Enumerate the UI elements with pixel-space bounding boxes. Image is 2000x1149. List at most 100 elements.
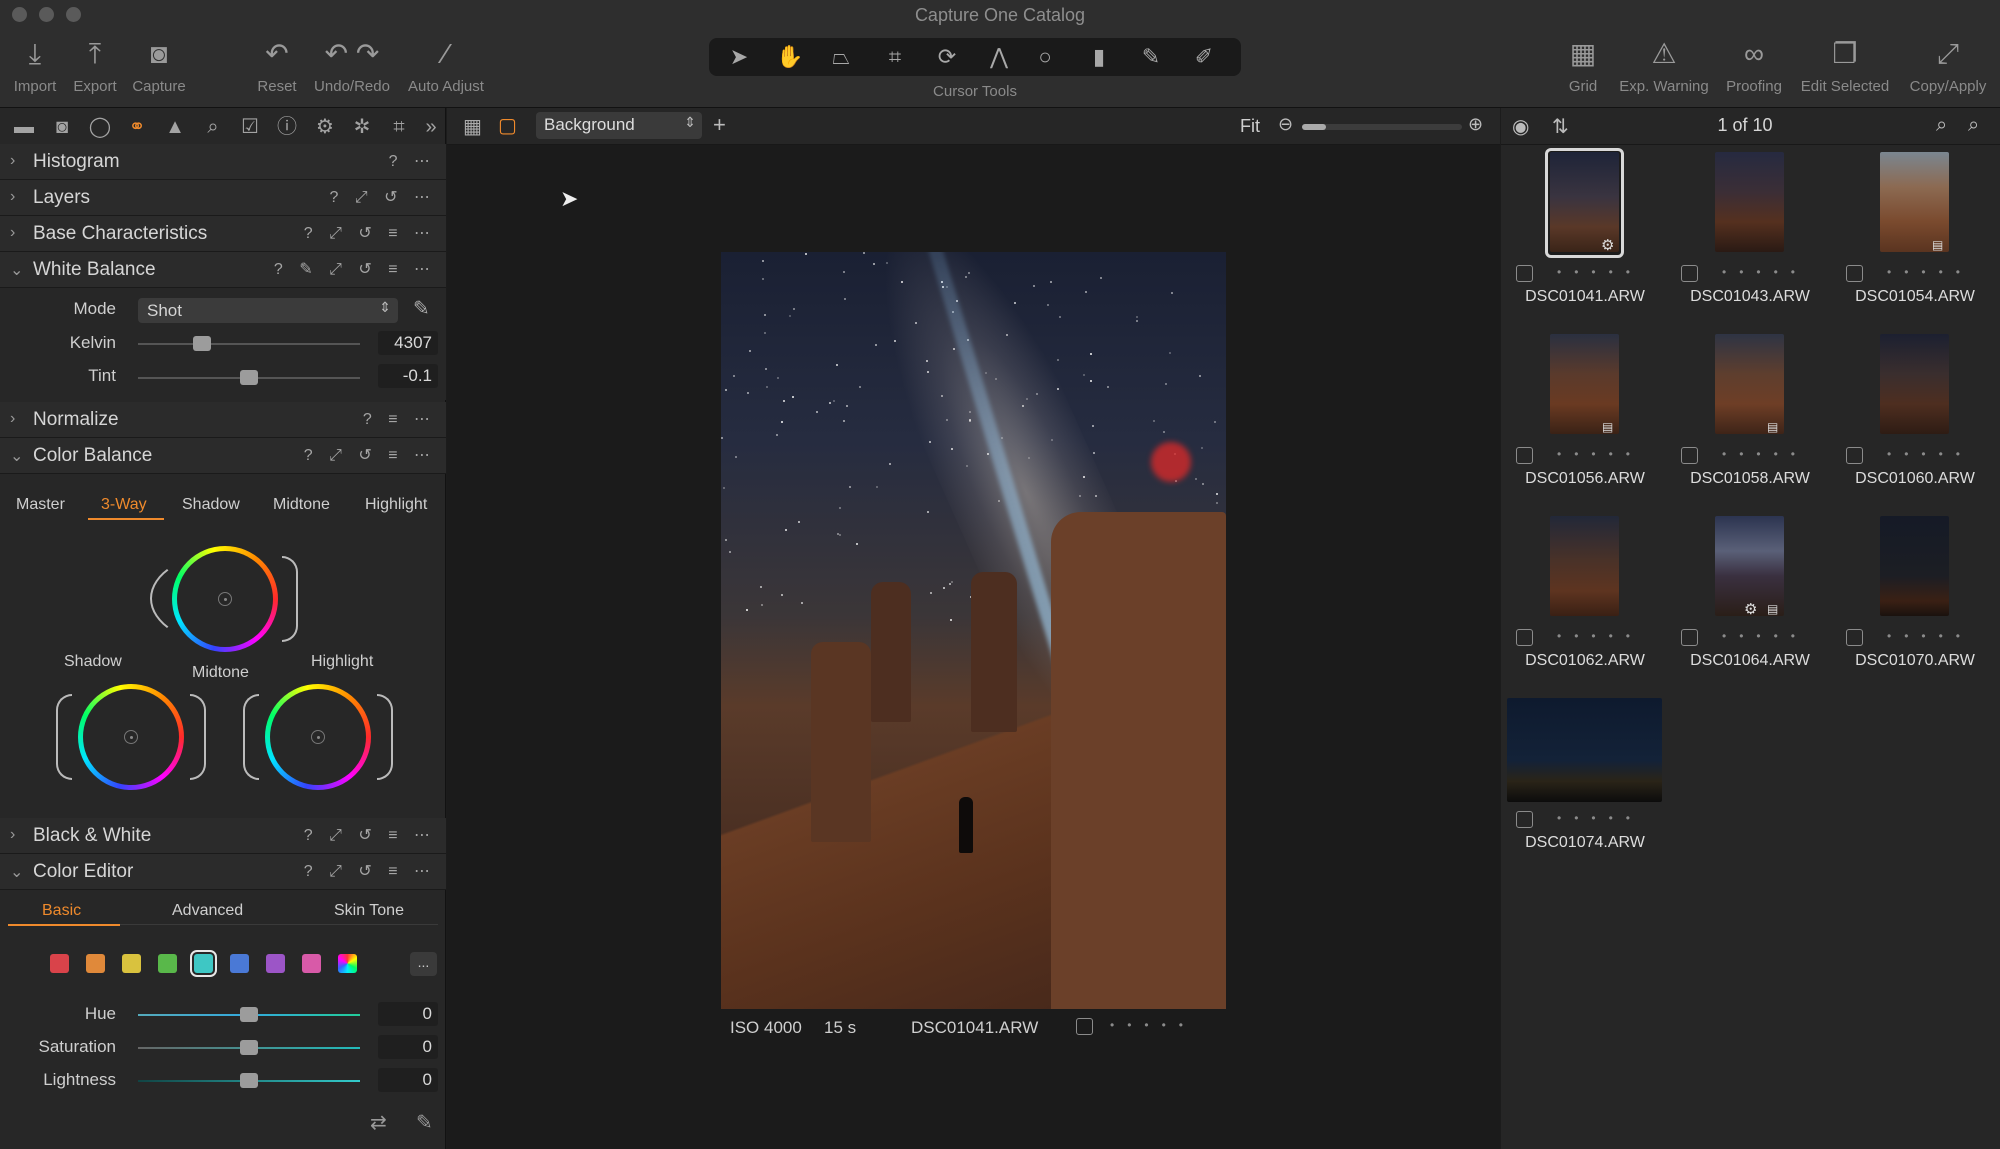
- color-picker-icon[interactable]: ✎: [416, 1110, 433, 1135]
- tab-skin-tone[interactable]: Skin Tone: [334, 902, 404, 920]
- thumb-color-tag-checkbox[interactable]: [1516, 265, 1533, 282]
- color-balance-section[interactable]: ⌄ Color Balance ? ⤢ ↺ ≡ ⋯: [0, 438, 446, 474]
- thumbnail-image[interactable]: [1550, 516, 1619, 616]
- section-actions[interactable]: ? ⋯: [389, 151, 436, 171]
- hue-value[interactable]: 0: [378, 1002, 438, 1026]
- thumb-color-tag-checkbox[interactable]: [1681, 265, 1698, 282]
- saturation-slider-knob[interactable]: [240, 1040, 258, 1055]
- histogram-section[interactable]: › Histogram ? ⋯: [0, 144, 446, 180]
- thumb-rating-dots[interactable]: •••••: [1887, 629, 1973, 643]
- capture-button[interactable]: ◙ Capture: [128, 34, 190, 95]
- more-button[interactable]: ...: [410, 952, 437, 976]
- import-button[interactable]: ⤓ Import: [8, 34, 62, 95]
- section-actions[interactable]: ? ⤢ ↺ ≡ ⋯: [304, 445, 436, 465]
- thumb-rating-dots[interactable]: •••••: [1722, 265, 1808, 279]
- swatch-blue[interactable]: [230, 954, 249, 973]
- thumb-color-tag-checkbox[interactable]: [1681, 447, 1698, 464]
- more-tabs-icon[interactable]: »: [416, 114, 446, 140]
- zoom-out-icon[interactable]: ⊖: [1278, 114, 1293, 135]
- thumb-rating-dots[interactable]: •••••: [1887, 265, 1973, 279]
- spot-removal-icon[interactable]: ○: [1023, 38, 1067, 76]
- viewer-color-tag-checkbox[interactable]: [1076, 1018, 1093, 1035]
- thumb-color-tag-checkbox[interactable]: [1516, 447, 1533, 464]
- tint-slider[interactable]: [138, 370, 360, 385]
- thumb-rating-dots[interactable]: •••••: [1557, 811, 1643, 825]
- crop-tab-icon[interactable]: ⌗: [384, 114, 414, 140]
- details-tab-icon[interactable]: ⌕: [198, 114, 228, 140]
- exposure-warning-button[interactable]: ⚠ Exp. Warning: [1614, 34, 1714, 95]
- thumbnail-image[interactable]: [1880, 516, 1949, 616]
- tab-master[interactable]: Master: [16, 496, 65, 514]
- filter-icon[interactable]: ⌕: [1968, 114, 1979, 137]
- midtone-wheel-handle[interactable]: [218, 592, 232, 606]
- highlight-luma-arc[interactable]: [243, 694, 259, 780]
- lightness-slider[interactable]: [138, 1073, 360, 1088]
- thumbnail-image[interactable]: [1715, 152, 1784, 252]
- grid-button[interactable]: ▦ Grid: [1562, 34, 1604, 95]
- shadow-luma-arc[interactable]: [56, 694, 72, 780]
- straighten-icon[interactable]: ⋀: [977, 38, 1021, 76]
- lightness-value[interactable]: 0: [378, 1068, 438, 1092]
- color-picker-icon[interactable]: ✎: [1129, 38, 1173, 76]
- tint-value[interactable]: -0.1: [378, 364, 438, 388]
- color-editor-section[interactable]: ⌄ Color Editor ? ⤢ ↺ ≡ ⋯: [0, 854, 446, 890]
- auto-adjust-button[interactable]: ⁄ Auto Adjust: [402, 34, 490, 95]
- thumb-rating-dots[interactable]: •••••: [1557, 447, 1643, 461]
- viewer-rating-dots[interactable]: •••••: [1110, 1018, 1196, 1032]
- highlight-wheel-handle[interactable]: [311, 730, 325, 744]
- section-actions[interactable]: ? ≡ ⋯: [363, 409, 436, 429]
- black-white-section[interactable]: › Black & White ? ⤢ ↺ ≡ ⋯: [0, 818, 446, 854]
- gradient-mask-icon[interactable]: ▮: [1077, 38, 1121, 76]
- crop-icon[interactable]: ⌗: [873, 38, 917, 76]
- hue-slider-knob[interactable]: [240, 1007, 258, 1022]
- zoom-in-icon[interactable]: ⊕: [1468, 114, 1483, 135]
- thumbnail-image[interactable]: [1550, 334, 1619, 434]
- main-photo[interactable]: [721, 252, 1226, 1009]
- zoom-fit-label[interactable]: Fit: [1240, 116, 1260, 137]
- thumbnail-image[interactable]: [1880, 334, 1949, 434]
- thumb-color-tag-checkbox[interactable]: [1846, 629, 1863, 646]
- swatch-green[interactable]: [158, 954, 177, 973]
- thumb-color-tag-checkbox[interactable]: [1846, 265, 1863, 282]
- thumb-rating-dots[interactable]: •••••: [1557, 265, 1643, 279]
- shadow-luma-slider[interactable]: [190, 694, 206, 780]
- swatch-magenta[interactable]: [302, 954, 321, 973]
- section-actions[interactable]: ? ⤢ ↺ ⋯: [330, 187, 436, 207]
- thumb-rating-dots[interactable]: •••••: [1722, 447, 1808, 461]
- brush-icon[interactable]: ✐: [1182, 38, 1226, 76]
- base-characteristics-section[interactable]: › Base Characteristics ? ⤢ ↺ ≡ ⋯: [0, 216, 446, 252]
- section-actions[interactable]: ? ⤢ ↺ ≡ ⋯: [304, 825, 436, 845]
- copy-apply-button[interactable]: ⤢ Copy/Apply: [1904, 34, 1992, 95]
- swatch-purple[interactable]: [266, 954, 285, 973]
- lightness-slider-knob[interactable]: [240, 1073, 258, 1088]
- tab-advanced[interactable]: Advanced: [172, 902, 243, 920]
- shadow-wheel-handle[interactable]: [124, 730, 138, 744]
- thumbnail-image[interactable]: [1715, 334, 1784, 434]
- hue-slider[interactable]: [138, 1007, 360, 1022]
- reset-button[interactable]: ↶ Reset: [254, 34, 300, 95]
- tab-3-way[interactable]: 3-Way: [101, 496, 147, 514]
- exposure-tab-icon[interactable]: ▲: [160, 114, 190, 140]
- thumb-color-tag-checkbox[interactable]: [1516, 811, 1533, 828]
- midtone-color-wheel[interactable]: [172, 546, 278, 652]
- kelvin-slider-knob[interactable]: [193, 336, 211, 351]
- thumb-rating-dots[interactable]: •••••: [1722, 629, 1808, 643]
- thumbnail-image[interactable]: [1880, 152, 1949, 252]
- swatch-orange[interactable]: [86, 954, 105, 973]
- section-actions[interactable]: ? ⤢ ↺ ≡ ⋯: [304, 223, 436, 243]
- single-view-icon[interactable]: ▢: [498, 113, 517, 138]
- wb-picker-icon[interactable]: ✎: [413, 296, 430, 321]
- white-balance-section[interactable]: ⌄ White Balance ? ✎ ⤢ ↺ ≡ ⋯: [0, 252, 446, 288]
- proofing-button[interactable]: ∞ Proofing: [1722, 34, 1786, 95]
- edit-selected-button[interactable]: ❐ Edit Selected: [1794, 34, 1896, 95]
- midtone-luma-slider[interactable]: [282, 556, 298, 642]
- sort-icon[interactable]: ⇅: [1552, 114, 1569, 139]
- search-icon[interactable]: ⌕: [1936, 114, 1947, 137]
- section-actions[interactable]: ? ✎ ⤢ ↺ ≡ ⋯: [274, 259, 436, 279]
- saturation-value[interactable]: 0: [378, 1035, 438, 1059]
- export-button[interactable]: ⤒ Export: [68, 34, 122, 95]
- swatch-cyan[interactable]: [190, 950, 217, 977]
- tab-midtone[interactable]: Midtone: [273, 496, 330, 514]
- pan-hand-icon[interactable]: ✋: [768, 38, 812, 76]
- library-tab-icon[interactable]: ▬: [9, 114, 39, 140]
